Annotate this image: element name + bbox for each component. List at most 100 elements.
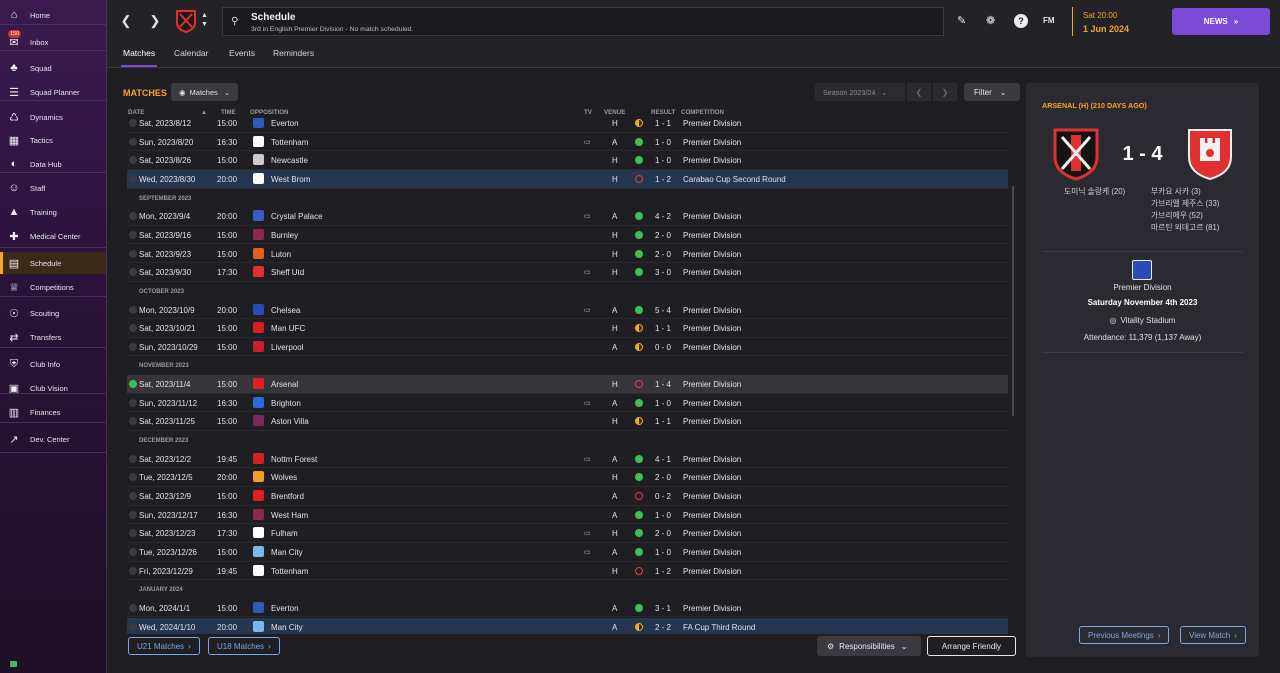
col-time[interactable]: TIME (221, 109, 236, 116)
competition-cell[interactable]: Premier Division (683, 138, 741, 147)
competition-cell[interactable]: Premier Division (683, 417, 741, 426)
table-row[interactable]: Sat, 2023/9/23 15:00 Luton H 2 - 0 Premier Di… (127, 245, 1008, 264)
col-tv[interactable]: TV (584, 109, 592, 116)
competition-cell[interactable]: Carabao Cup Second Round (683, 175, 786, 184)
opponent-name-cell[interactable]: Arsenal (271, 380, 298, 389)
col-competition[interactable]: COMPETITION (681, 109, 724, 116)
help-icon[interactable]: ? (1014, 14, 1028, 28)
sidebar-item-finances[interactable]: ▥ Finances (0, 401, 106, 423)
opponent-name-cell[interactable]: Brentford (271, 492, 304, 501)
club-crest-icon[interactable] (175, 9, 197, 33)
competition-cell[interactable]: Premier Division (683, 250, 741, 259)
away-scorer[interactable]: 가브리에우 (52) (1151, 210, 1203, 221)
opponent-name-cell[interactable]: Liverpool (271, 343, 303, 352)
competition-cell[interactable]: Premier Division (683, 156, 741, 165)
table-row[interactable]: Sat, 2023/12/23 17:30 Fulham ▭ H 2 - 0 Premier… (127, 524, 1008, 543)
competition-cell[interactable]: Premier Division (683, 604, 741, 613)
arrange-friendly-button[interactable]: Arrange Friendly (927, 636, 1016, 656)
sidebar-item-scouting[interactable]: ☉ Scouting (0, 302, 106, 324)
u21-matches-button[interactable]: U21 Matches › (128, 637, 200, 655)
away-scorer[interactable]: 부카요 사카 (3) (1151, 186, 1201, 197)
opponent-name-cell[interactable]: Man City (271, 548, 303, 557)
sidebar-item-training[interactable]: ▲ Training (0, 201, 106, 223)
forward-button[interactable]: ❯ (146, 11, 164, 31)
tab-matches[interactable]: Matches (120, 48, 158, 67)
sidebar-item-tactics[interactable]: ▦ Tactics (0, 129, 106, 151)
search-bar[interactable]: ⚲ Schedule 3rd in English Premier Divisi… (222, 7, 944, 36)
away-scorer[interactable]: 가브리엘 제주스 (33) (1151, 198, 1219, 209)
table-row[interactable]: Sat, 2023/11/25 15:00 Aston Villa H 1 - 1 Pre… (127, 412, 1008, 431)
table-row[interactable]: Mon, 2023/9/4 20:00 Crystal Palace ▭ A 4 - 2 P… (127, 207, 1008, 226)
opponent-name-cell[interactable]: Everton (271, 119, 299, 128)
opponent-name-cell[interactable]: Tottenham (271, 138, 308, 147)
sidebar-item-home[interactable]: ⌂ Home (0, 4, 106, 26)
table-row[interactable]: Sun, 2023/10/29 15:00 Liverpool A 0 - 0 Premi… (127, 338, 1008, 357)
opponent-name-cell[interactable]: Sheff Utd (271, 268, 304, 277)
sidebar-item-dev-center[interactable]: ↗ Dev. Center (0, 428, 106, 450)
view-match-button[interactable]: View Match › (1180, 626, 1246, 644)
season-prev-button[interactable]: ❮ (907, 83, 931, 101)
sidebar-item-medical-center[interactable]: ✚ Medical Center (0, 225, 106, 247)
responsibilities-button[interactable]: ⚙ Responsibilities ⌄ (817, 636, 921, 656)
sidebar-item-competitions[interactable]: ♕ Competitions (0, 276, 106, 298)
sidebar-item-schedule[interactable]: ▤ Schedule (0, 252, 106, 274)
opponent-name-cell[interactable]: Man UFC (271, 324, 305, 333)
opponent-name-cell[interactable]: Wolves (271, 473, 297, 482)
back-button[interactable]: ❮ (117, 11, 135, 31)
competition-cell[interactable]: Premier Division (683, 492, 741, 501)
table-row[interactable]: Mon, 2024/1/1 15:00 Everton A 3 - 1 Premier D… (127, 599, 1008, 618)
opponent-name-cell[interactable]: Aston Villa (271, 417, 309, 426)
competition-cell[interactable]: FA Cup Third Round (683, 623, 755, 632)
col-opposition[interactable]: OPPOSITION (250, 109, 289, 116)
competition-cell[interactable]: Premier Division (683, 455, 741, 464)
competition-cell[interactable]: Premier Division (683, 119, 741, 128)
opponent-name-cell[interactable]: Newcastle (271, 156, 308, 165)
opponent-name-cell[interactable]: Luton (271, 250, 291, 259)
table-row[interactable]: Sat, 2023/8/26 15:00 Newcastle H 1 - 0 Premie… (127, 151, 1008, 170)
filter-button[interactable]: Filter ⌄ (964, 83, 1020, 101)
tab-events[interactable]: Events (229, 48, 255, 58)
table-row[interactable]: Sat, 2023/9/30 17:30 Sheff Utd ▭ H 3 - 0 Premi… (127, 263, 1008, 282)
sidebar-item-club-vision[interactable]: ▣ Club Vision (0, 377, 106, 399)
tab-calendar[interactable]: Calendar (174, 48, 209, 58)
home-scorer[interactable]: 도미닉 솔랑케 (20) (1064, 186, 1125, 197)
opponent-name-cell[interactable]: Man City (271, 623, 303, 632)
table-scrollbar[interactable] (1012, 186, 1014, 416)
col-result[interactable]: RESULT (651, 109, 675, 116)
competition-cell[interactable]: Premier Division (683, 380, 741, 389)
sidebar-item-squad[interactable]: ♣ Squad (0, 57, 106, 79)
opponent-name-cell[interactable]: Brighton (271, 399, 301, 408)
sidebar-item-transfers[interactable]: ⇄ Transfers (0, 326, 106, 348)
opponent-name-cell[interactable]: Burnley (271, 231, 298, 240)
table-row[interactable]: Sat, 2023/10/21 15:00 Man UFC H 1 - 1 Premier… (127, 319, 1008, 338)
competition-cell[interactable]: Premier Division (683, 529, 741, 538)
competition-cell[interactable]: Premier Division (683, 548, 741, 557)
table-row[interactable]: Tue, 2023/12/26 15:00 Man City ▭ A 1 - 0 Premi… (127, 543, 1008, 562)
competition-cell[interactable]: Premier Division (683, 567, 741, 576)
competition-cell[interactable]: Premier Division (683, 343, 741, 352)
competition-cell[interactable]: Premier Division (683, 306, 741, 315)
competition-cell[interactable]: Premier Division (683, 212, 741, 221)
competition-cell[interactable]: Premier Division (683, 399, 741, 408)
opponent-name-cell[interactable]: Everton (271, 604, 299, 613)
competition-cell[interactable]: Premier Division (683, 268, 741, 277)
opponent-name-cell[interactable]: West Brom (271, 175, 310, 184)
opponent-name-cell[interactable]: Crystal Palace (271, 212, 323, 221)
table-row[interactable]: Wed, 2023/8/30 20:00 West Brom H 1 - 2 Caraba… (127, 169, 1008, 189)
u18-matches-button[interactable]: U18 Matches › (208, 637, 280, 655)
table-row[interactable]: Fri, 2023/12/29 19:45 Tottenham H 1 - 2 Premi… (127, 562, 1008, 581)
sidebar-item-club-info[interactable]: ⛨ Club Info (0, 353, 106, 375)
tab-reminders[interactable]: Reminders (273, 48, 314, 58)
competition-cell[interactable]: Premier Division (683, 511, 741, 520)
table-row[interactable]: Sun, 2023/8/20 16:30 Tottenham ▭ A 1 - 0 Premi… (127, 133, 1008, 152)
fm-button[interactable]: FM (1043, 16, 1055, 25)
opponent-name-cell[interactable]: Tottenham (271, 567, 308, 576)
table-row[interactable]: Sat, 2023/8/12 15:00 Everton H 1 - 1 Premier … (127, 118, 1008, 133)
table-row[interactable]: Sat, 2023/9/16 15:00 Burnley H 2 - 0 Premier … (127, 226, 1008, 245)
opponent-name-cell[interactable]: West Ham (271, 511, 308, 520)
opponent-name-cell[interactable]: Nottm Forest (271, 455, 317, 464)
view-dropdown[interactable]: ◉ Matches ⌄ (171, 83, 239, 101)
season-select[interactable]: Season 2023/24 ⌄ (815, 83, 905, 101)
competition-cell[interactable]: Premier Division (683, 473, 741, 482)
sidebar-item-dynamics[interactable]: ♺ Dynamics (0, 106, 106, 128)
